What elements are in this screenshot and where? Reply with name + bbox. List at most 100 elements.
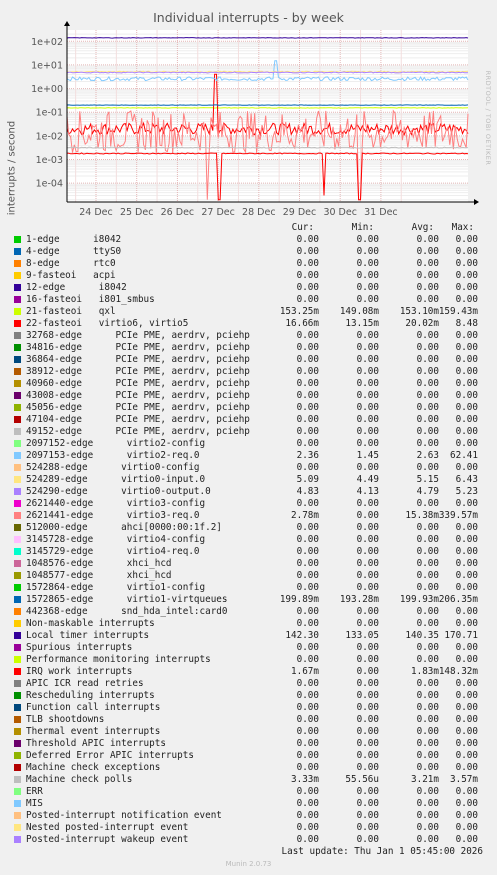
legend-item: 512000-edge ahci[0000:00:1f.2] 0.00 0.00 0.… bbox=[0, 522, 497, 534]
legend-min-value: 0.00 bbox=[356, 810, 379, 821]
legend-item: 1572864-edge virtio1-config 0.00 0.00 0.00 0… bbox=[0, 582, 497, 594]
legend-max-value: 0.00 bbox=[455, 678, 478, 689]
legend-item: Nested posted-interrupt event 0.00 0.00 0.0… bbox=[0, 822, 497, 834]
legend-label: 2097153-edge virtio2-req.0 bbox=[26, 450, 200, 461]
legend-max-value: 0.00 bbox=[455, 750, 478, 761]
legend-max-value: 0.00 bbox=[455, 234, 478, 245]
legend-label: Deferred Error APIC interrupts bbox=[26, 750, 194, 761]
legend-label: Posted-interrupt wakeup event bbox=[26, 834, 189, 845]
legend-cur-value: 1.67m bbox=[291, 666, 319, 677]
legend-max-value: 0.00 bbox=[455, 558, 478, 569]
legend-label: 2621441-edge virtio3-req.0 bbox=[26, 510, 200, 521]
legend-swatch bbox=[14, 836, 21, 843]
legend-item: Machine check exceptions 0.00 0.00 0.00 0.00 bbox=[0, 762, 497, 774]
legend-max-value: 0.00 bbox=[455, 366, 478, 377]
legend-min-value: 0.00 bbox=[356, 438, 379, 449]
legend-swatch bbox=[14, 488, 21, 495]
legend-cur-value: 0.00 bbox=[296, 738, 319, 749]
legend-item: Spurious interrupts 0.00 0.00 0.00 0.00 bbox=[0, 642, 497, 654]
legend-min-value: 0.00 bbox=[356, 642, 379, 653]
legend-min-value: 0.00 bbox=[356, 582, 379, 593]
legend-label: 3145729-edge virtio4-req.0 bbox=[26, 546, 200, 557]
legend-max-value: 0.00 bbox=[455, 438, 478, 449]
legend-item: 49152-edge PCIe PME, aerdrv, pciehp 0.00 0… bbox=[0, 426, 497, 438]
legend-cur-value: 0.00 bbox=[296, 402, 319, 413]
legend-min-value: 0.00 bbox=[356, 282, 379, 293]
legend-label: 2621440-edge virtio3-config bbox=[26, 498, 206, 509]
legend-label: 16-fasteoi i801_smbus bbox=[26, 294, 155, 305]
legend-swatch bbox=[14, 548, 21, 555]
legend-cur-value: 0.00 bbox=[296, 234, 319, 245]
legend-cur-value: 0.00 bbox=[296, 570, 319, 581]
legend-cur-value: 0.00 bbox=[296, 258, 319, 269]
legend-swatch bbox=[14, 272, 21, 279]
legend-max-value: 0.00 bbox=[455, 342, 478, 353]
header-min: Min: bbox=[351, 222, 374, 233]
legend-item: Thermal event interrupts 0.00 0.00 0.00 0.00 bbox=[0, 726, 497, 738]
legend-label: 36864-edge PCIe PME, aerdrv, pciehp bbox=[26, 354, 250, 365]
legend-min-value: 0.00 bbox=[356, 402, 379, 413]
legend-item: Deferred Error APIC interrupts 0.00 0.00 0.… bbox=[0, 750, 497, 762]
legend-item: 43008-edge PCIe PME, aerdrv, pciehp 0.00 0… bbox=[0, 390, 497, 402]
legend-swatch bbox=[14, 680, 21, 687]
legend-item: Posted-interrupt wakeup event 0.00 0.00 0.0… bbox=[0, 834, 497, 846]
legend-label: 442368-edge snd_hda_intel:card0 bbox=[26, 606, 228, 617]
legend-max-value: 6.43 bbox=[455, 474, 478, 485]
legend-min-value: 0.00 bbox=[356, 654, 379, 665]
legend-max-value: 0.00 bbox=[455, 834, 478, 845]
legend-cur-value: 0.00 bbox=[296, 366, 319, 377]
legend-max-value: 0.00 bbox=[455, 354, 478, 365]
legend-min-value: 0.00 bbox=[356, 762, 379, 773]
legend-label: 12-edge i8042 bbox=[26, 282, 127, 293]
legend-swatch bbox=[14, 524, 21, 531]
legend-label: 524290-edge virtio0-output.0 bbox=[26, 486, 211, 497]
last-update: Last update: Thu Jan 1 05:45:00 2026 bbox=[281, 846, 484, 857]
legend-cur-value: 0.00 bbox=[296, 426, 319, 437]
legend-min-value: 133.05 bbox=[345, 630, 379, 641]
y-tick-label: 1e+00 bbox=[31, 84, 63, 95]
legend-min-value: 0.00 bbox=[356, 798, 379, 809]
legend-cur-value: 0.00 bbox=[296, 834, 319, 845]
legend-item: ERR 0.00 0.00 0.00 0.00 bbox=[0, 786, 497, 798]
legend-max-value: 0.00 bbox=[455, 330, 478, 341]
legend-item: TLB shootdowns 0.00 0.00 0.00 0.00 bbox=[0, 714, 497, 726]
legend-min-value: 0.00 bbox=[356, 510, 379, 521]
legend-label: 524289-edge virtio0-input.0 bbox=[26, 474, 206, 485]
legend-label: Posted-interrupt notification event bbox=[26, 810, 222, 821]
legend-label: 2097152-edge virtio2-config bbox=[26, 438, 206, 449]
legend-item: 1048576-edge xhci_hcd 0.00 0.00 0.00 0.00 bbox=[0, 558, 497, 570]
legend-cur-value: 0.00 bbox=[296, 762, 319, 773]
legend-swatch bbox=[14, 476, 21, 483]
legend-item: 1048577-edge xhci_hcd 0.00 0.00 0.00 0.00 bbox=[0, 570, 497, 582]
legend-label: Function call interrupts bbox=[26, 702, 161, 713]
legend-cur-value: 0.00 bbox=[296, 606, 319, 617]
legend-min-value: 55.56u bbox=[345, 774, 379, 785]
legend-swatch bbox=[14, 788, 21, 795]
legend-cur-value: 0.00 bbox=[296, 810, 319, 821]
legend-min-value: 0.00 bbox=[356, 618, 379, 629]
legend-max-value: 0.00 bbox=[455, 810, 478, 821]
legend-item: Function call interrupts 0.00 0.00 0.00 0.00 bbox=[0, 702, 497, 714]
x-tick-label: 26 Dec bbox=[161, 207, 195, 218]
legend-max-value: 0.00 bbox=[455, 690, 478, 701]
header-cur: Cur: bbox=[291, 222, 314, 233]
y-tick-label: 1e-02 bbox=[36, 131, 63, 142]
x-tick-label: 30 Dec bbox=[323, 207, 357, 218]
legend-item: 1-edge i8042 0.00 0.00 0.00 0.00 bbox=[0, 234, 497, 246]
legend-cur-value: 5.09 bbox=[296, 474, 319, 485]
legend-max-value: 62.41 bbox=[450, 450, 478, 461]
legend-cur-value: 0.00 bbox=[296, 618, 319, 629]
legend-max-value: 8.48 bbox=[455, 318, 478, 329]
legend-cur-value: 0.00 bbox=[296, 702, 319, 713]
legend-swatch bbox=[14, 356, 21, 363]
legend-item: 40960-edge PCIe PME, aerdrv, pciehp 0.00 0… bbox=[0, 378, 497, 390]
legend-swatch bbox=[14, 764, 21, 771]
legend-label: 32768-edge PCIe PME, aerdrv, pciehp bbox=[26, 330, 250, 341]
legend-max-value: 0.00 bbox=[455, 402, 478, 413]
legend-cur-value: 0.00 bbox=[296, 498, 319, 509]
legend-swatch bbox=[14, 824, 21, 831]
legend-min-value: 0.00 bbox=[356, 558, 379, 569]
legend-max-value: 0.00 bbox=[455, 270, 478, 281]
legend-min-value: 4.49 bbox=[356, 474, 379, 485]
legend-max-value: 0.00 bbox=[455, 570, 478, 581]
